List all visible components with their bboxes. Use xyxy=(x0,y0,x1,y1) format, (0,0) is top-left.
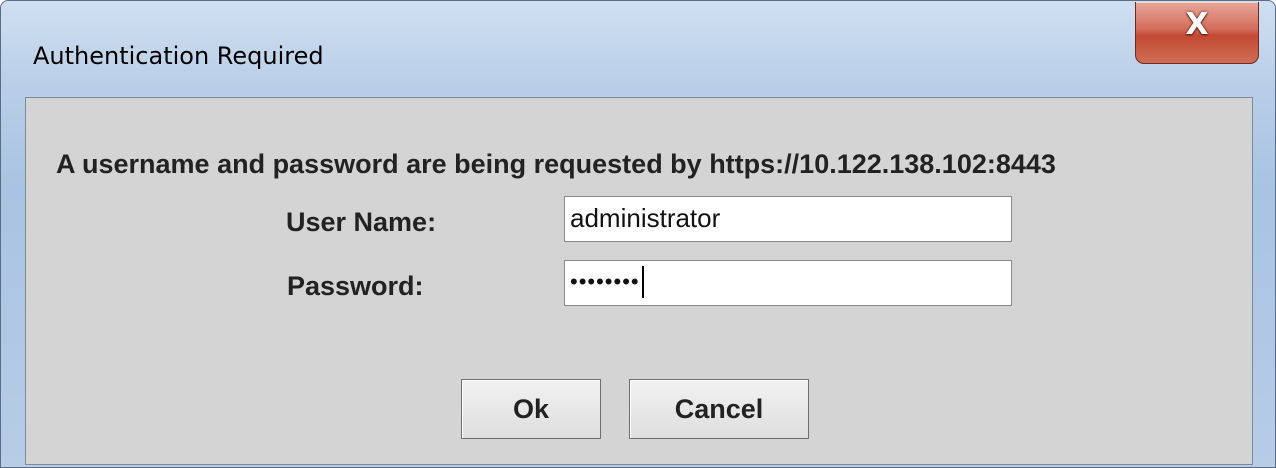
dialog-body: A username and password are being reques… xyxy=(25,97,1253,465)
password-field[interactable]: •••••••• xyxy=(564,260,1012,306)
username-field[interactable]: administrator xyxy=(564,196,1012,242)
cancel-button[interactable]: Cancel xyxy=(629,379,809,439)
auth-dialog-window: Authentication Required X A username and… xyxy=(0,0,1276,468)
close-icon: X xyxy=(1185,7,1209,42)
password-label: Password: xyxy=(287,271,424,301)
auth-request-message: A username and password are being reques… xyxy=(56,149,1056,179)
window-title: Authentication Required xyxy=(33,42,324,70)
ok-button[interactable]: Ok xyxy=(461,379,601,439)
password-masked-value: •••••••• xyxy=(570,269,640,294)
text-caret xyxy=(641,266,644,298)
username-label: User Name: xyxy=(286,207,437,237)
username-value: administrator xyxy=(570,203,721,233)
close-button[interactable]: X xyxy=(1135,2,1259,64)
